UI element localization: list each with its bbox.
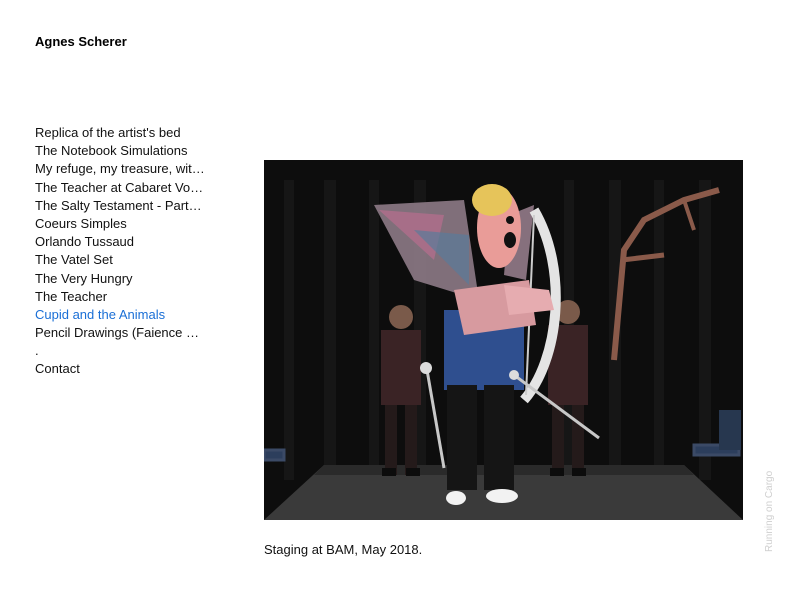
nav-item-the-teacher-at-cabaret[interactable]: The Teacher at Cabaret Vo… [35, 179, 213, 197]
nav-item-coeurs-simples[interactable]: Coeurs Simples [35, 215, 213, 233]
photo-caption: Staging at BAM, May 2018. [264, 542, 423, 557]
performance-photo[interactable] [264, 160, 743, 520]
nav-item-the-notebook-simulations[interactable]: The Notebook Simulations [35, 142, 213, 160]
site-title[interactable]: Agnes Scherer [35, 34, 127, 49]
nav-item-the-vatel-set[interactable]: The Vatel Set [35, 251, 213, 269]
nav-item-the-teacher[interactable]: The Teacher [35, 288, 213, 306]
nav-item-cupid-and-the-animals[interactable]: Cupid and the Animals [35, 306, 213, 324]
nav-item-pencil-drawings[interactable]: Pencil Drawings (Faience … [35, 324, 213, 342]
project-nav: Replica of the artist's bed The Notebook… [35, 124, 213, 379]
nav-item-orlando-tussaud[interactable]: Orlando Tussaud [35, 233, 213, 251]
nav-item-contact[interactable]: Contact [35, 360, 213, 378]
stage-illustration [264, 160, 743, 520]
nav-item-dot[interactable]: . [35, 342, 213, 360]
nav-item-replica-of-the-artists-bed[interactable]: Replica of the artist's bed [35, 124, 213, 142]
nav-item-the-salty-testament[interactable]: The Salty Testament - Part… [35, 197, 213, 215]
nav-item-my-refuge-my-treasure[interactable]: My refuge, my treasure, wit… [35, 160, 213, 178]
nav-item-the-very-hungry[interactable]: The Very Hungry [35, 270, 213, 288]
running-on-cargo-badge[interactable]: Running on Cargo [764, 471, 775, 552]
